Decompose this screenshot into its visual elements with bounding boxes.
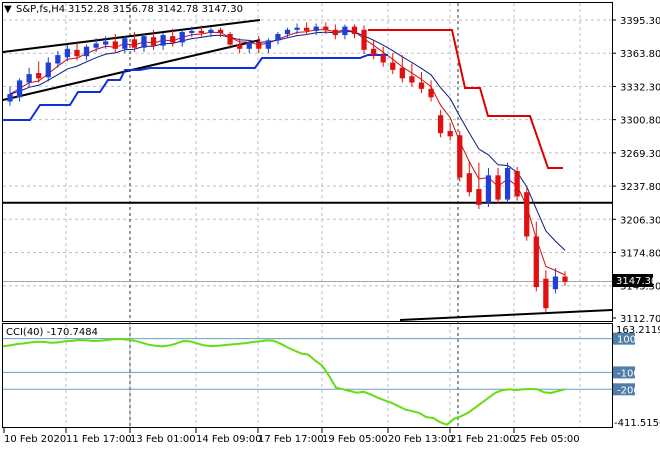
candlestick-series <box>7 22 568 313</box>
candle-body <box>227 34 233 45</box>
candle-body <box>428 88 434 98</box>
chart-grid <box>3 3 612 427</box>
price-tick-label: 3363.80 <box>620 49 660 60</box>
time-tick-label: 10 Feb 2020 <box>4 434 66 445</box>
candle-body <box>36 73 42 79</box>
price-tick-label: 3269.30 <box>620 149 660 160</box>
candle-body <box>83 46 90 57</box>
price-tick-label: 3112.70 <box>620 314 660 325</box>
candle-body <box>552 276 559 290</box>
candle-body <box>256 42 262 49</box>
time-tick-label: 20 Feb 13:00 <box>388 434 454 445</box>
cci-line <box>2 337 566 426</box>
price-tick-label: 3332.30 <box>620 82 660 93</box>
candle-body <box>380 55 386 63</box>
current-price-tag: 3147.30 <box>616 276 657 287</box>
price-tick-label: 3300.80 <box>620 116 660 127</box>
candle-body <box>524 192 530 237</box>
candle-body <box>112 41 118 49</box>
cci-min-label: -411.5156 <box>614 418 660 429</box>
cci-max-label: 163.2119 <box>616 325 660 336</box>
time-tick-label: 25 Feb 05:00 <box>514 434 580 445</box>
time-tick-label: 19 Feb 05:00 <box>322 434 388 445</box>
cci-label: CCI(40) -170.7484 <box>6 327 98 338</box>
candle-body <box>457 135 463 178</box>
indicator-overlays <box>2 19 613 321</box>
price-tick-label: 3395.30 <box>620 16 660 27</box>
candle-body <box>7 94 13 102</box>
candle-body <box>543 278 549 309</box>
candle-body <box>399 67 405 79</box>
candle-body <box>533 236 539 288</box>
candle-body <box>237 44 243 49</box>
candle-body <box>246 42 252 49</box>
trailing-stop-line <box>368 29 563 169</box>
candle-body <box>562 276 568 282</box>
menu-arrow-icon[interactable]: ▼ <box>4 4 12 15</box>
candle-body <box>504 167 511 200</box>
candle-body <box>466 173 472 193</box>
time-axis: 10 Feb 2020 11 Feb 17:0013 Feb 01:00 14 Fe… <box>3 428 580 445</box>
candle-body <box>55 55 61 64</box>
candle-body <box>208 29 214 33</box>
price-tick-label: 3237.80 <box>620 182 660 193</box>
price-tick-label: 3206.30 <box>620 215 660 226</box>
candle-body <box>323 26 329 30</box>
candle-body <box>150 37 157 46</box>
cci-level-label: 100 <box>617 335 636 346</box>
candle-body <box>437 115 444 134</box>
candle-body <box>361 29 367 50</box>
channel-upper-line <box>2 19 261 53</box>
cci-level-label: -200 <box>617 385 640 396</box>
candle-body <box>370 48 377 56</box>
candle-body <box>170 36 176 43</box>
candle-body <box>418 82 425 89</box>
price-tick-label: 3174.80 <box>620 249 660 260</box>
candle-body <box>304 27 310 31</box>
candle-body <box>16 80 23 98</box>
candle-body <box>390 62 396 70</box>
time-tick-label: 14 Feb 09:00 <box>196 434 262 445</box>
fast-ma-line <box>9 29 566 276</box>
symbol-label: S&P,fs,H4 <box>16 4 65 15</box>
candle-body <box>217 29 224 33</box>
candle-body <box>122 38 128 49</box>
candle-body <box>294 27 300 30</box>
price-chart-window[interactable]: 100 -100 -200 3395.30 3363.80 3332.30 3300.80… <box>0 0 660 450</box>
candle-body <box>45 62 51 78</box>
candle-body <box>131 39 138 48</box>
candle-body <box>495 175 501 200</box>
candle-body <box>284 29 291 35</box>
time-tick-label: 11 Feb 17:00 <box>66 434 132 445</box>
candle-body <box>476 189 482 205</box>
candle-body <box>342 26 348 36</box>
candle-body <box>265 40 271 49</box>
candle-body <box>447 131 453 137</box>
candle-body <box>332 29 338 36</box>
candle-body <box>485 175 492 203</box>
candle-body <box>179 31 185 43</box>
time-tick-label: 13 Feb 01:00 <box>130 434 196 445</box>
cci-indicator: 100 -100 -200 <box>2 332 640 426</box>
candle-body <box>313 26 319 31</box>
candle-body <box>103 41 109 45</box>
candle-body <box>198 30 205 33</box>
candle-body <box>141 36 147 48</box>
candle-body <box>160 35 166 46</box>
ohlc-readout: 3152.28 3156.78 3142.78 3147.30 <box>68 4 243 15</box>
candle-body <box>93 43 99 48</box>
candle-body <box>64 48 71 58</box>
cci-level-label: -100 <box>617 368 640 379</box>
candle-body <box>189 30 195 33</box>
candle-body <box>351 26 358 35</box>
candle-body <box>26 74 32 83</box>
time-tick-label: 21 Feb 21:00 <box>450 434 516 445</box>
candle-body <box>275 34 281 41</box>
candle-body <box>74 49 80 57</box>
time-tick-label: 17 Feb 17:00 <box>258 434 324 445</box>
slow-ma-line <box>9 30 566 251</box>
candle-body <box>514 171 520 197</box>
candle-body <box>409 76 415 83</box>
